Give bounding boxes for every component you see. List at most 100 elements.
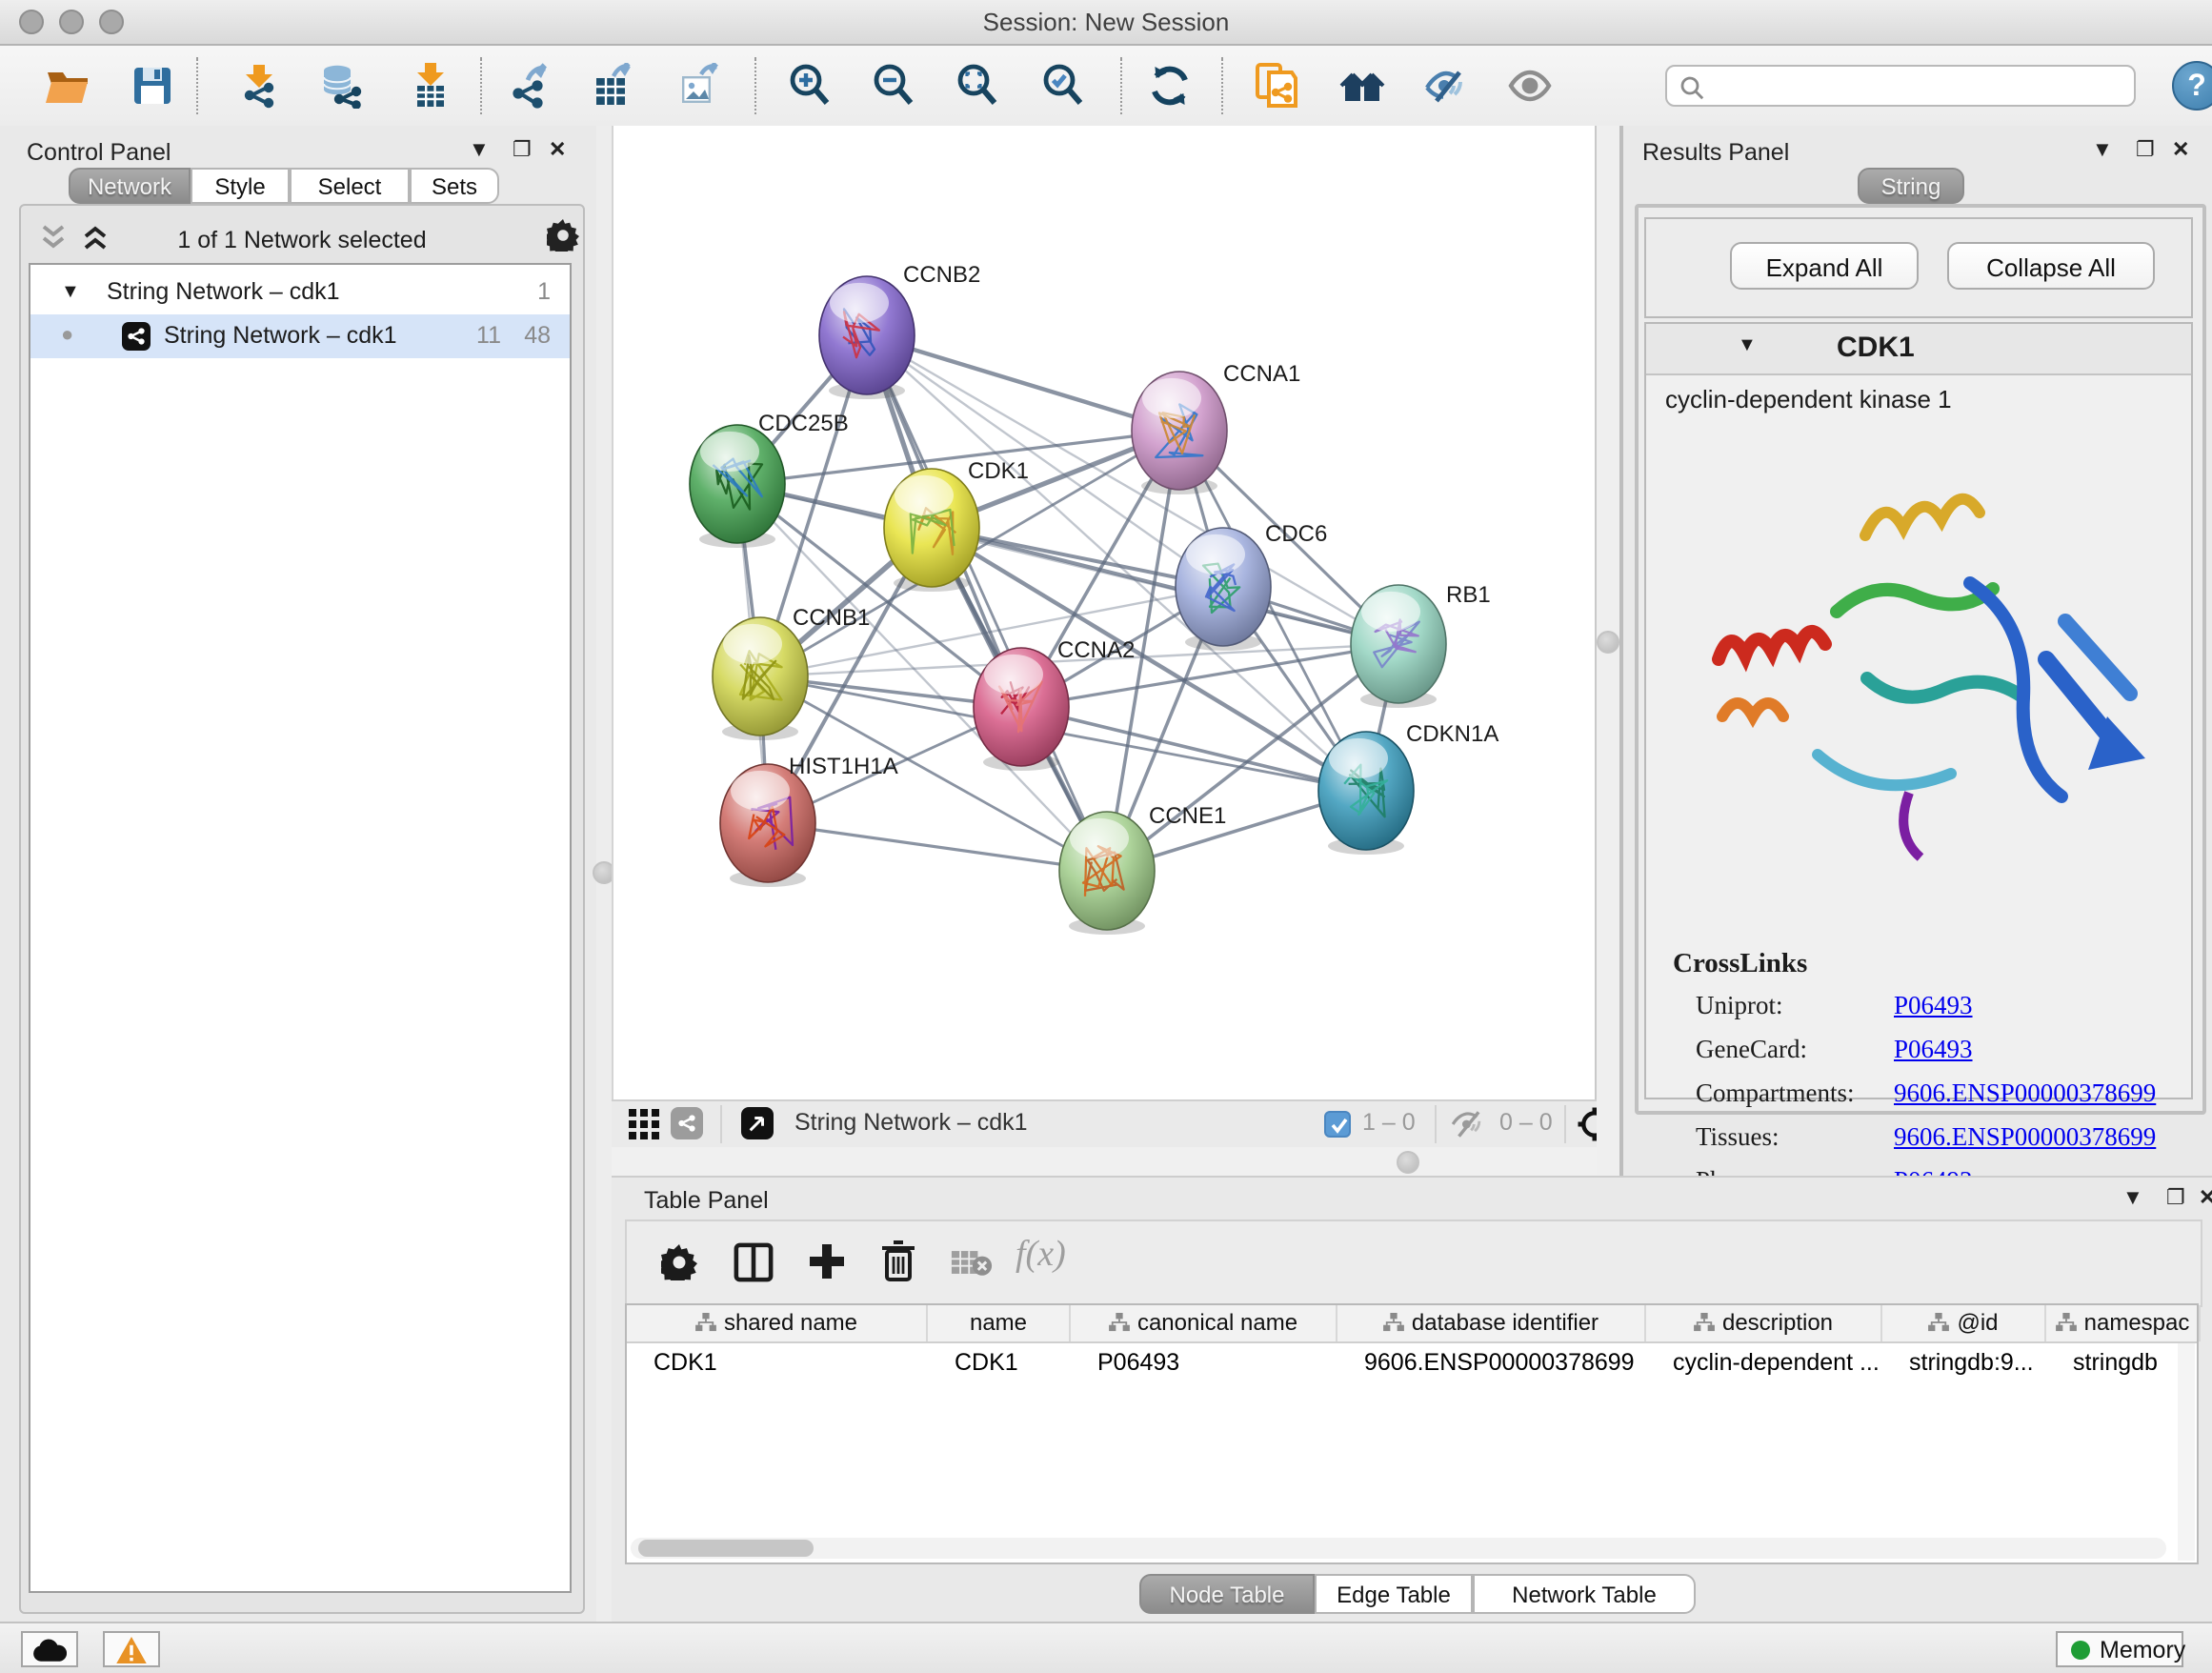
control-panel-collapse-icon[interactable]: ▼ [469, 139, 490, 162]
table-cell[interactable]: CDK1 [627, 1345, 928, 1380]
network-tree-root-row[interactable]: ▼ String Network – cdk1 1 [30, 271, 570, 314]
disclosure-triangle-icon[interactable]: ▼ [61, 271, 80, 314]
table-cell[interactable]: CDK1 [928, 1345, 1071, 1380]
memory-label: Memory [2100, 1637, 2185, 1663]
tab-style[interactable]: Style [191, 168, 290, 204]
delete-trash-icon[interactable] [880, 1240, 916, 1282]
entry-gene-name: CDK1 [1837, 332, 1915, 364]
node-label-CCNE1: CCNE1 [1149, 803, 1226, 829]
tab-edge-table[interactable]: Edge Table [1315, 1574, 1473, 1614]
graph-node-CCNA1[interactable]: CCNA1 [1132, 361, 1300, 494]
table-vertical-scrollbar[interactable] [2178, 1343, 2195, 1561]
network-view-toolbar: String Network – cdk1 1 – 0 0 – 0 [612, 1099, 1597, 1149]
tab-select[interactable]: Select [290, 168, 410, 204]
crosslink-label: GeneCard: [1696, 1035, 1807, 1063]
show-columns-icon[interactable] [734, 1242, 774, 1282]
table-cell[interactable]: P06493 [1071, 1345, 1337, 1380]
string-entry-cdk1: ▼ CDK1 cyclin-dependent kinase 1 [1644, 322, 2193, 1099]
tab-string[interactable]: String [1858, 168, 1964, 204]
graph-node-RB1[interactable]: RB1 [1351, 582, 1491, 708]
splitter-grip[interactable] [1397, 1151, 1419, 1174]
toolbar-separator [1435, 1105, 1437, 1143]
warning-button[interactable] [103, 1631, 160, 1667]
expand-all-button[interactable]: Expand All [1730, 242, 1919, 290]
control-panel-float-icon[interactable]: ❐ [513, 137, 532, 162]
column-header-@id[interactable]: @id [1882, 1305, 2046, 1341]
results-panel-float-icon[interactable]: ❐ [2136, 137, 2155, 162]
selected-checkbox[interactable] [1324, 1110, 1351, 1137]
table-cell[interactable]: stringdb:9... [1882, 1345, 2046, 1380]
collapse-all-button[interactable]: Collapse All [1947, 242, 2155, 290]
eye-slash-icon[interactable] [1423, 63, 1469, 109]
crosslink-link[interactable]: 9606.ENSP00000378699 [1894, 1122, 2156, 1153]
export-image-icon[interactable] [676, 63, 722, 109]
open-session-icon[interactable] [44, 63, 90, 109]
network-tree-child-row[interactable]: ● String Network – cdk1 11 48 [30, 314, 570, 358]
graph-node-CCNB2[interactable]: CCNB2 [819, 262, 980, 399]
memory-button[interactable]: Memory [2056, 1631, 2183, 1667]
control-panel-close-icon[interactable]: ✕ [549, 137, 566, 162]
crosslink-link[interactable]: P06493 [1894, 1035, 1973, 1065]
graph-node-HIST1H1A[interactable]: HIST1H1A [720, 754, 898, 887]
save-session-icon[interactable] [130, 63, 175, 109]
crosslink-label: Compartments: [1696, 1078, 1855, 1107]
birdseye-grid-icon[interactable] [629, 1109, 659, 1139]
graph-node-CDC6[interactable]: CDC6 [1176, 521, 1327, 651]
results-panel-close-icon[interactable]: ✕ [2172, 137, 2189, 162]
column-header-description[interactable]: description [1646, 1305, 1882, 1341]
export-table-icon[interactable] [591, 63, 636, 109]
scrollbar-thumb[interactable] [638, 1540, 814, 1557]
documents-network-icon[interactable] [1254, 63, 1299, 109]
share-network-icon[interactable] [671, 1107, 703, 1139]
eye-icon[interactable] [1507, 63, 1553, 109]
column-header-name[interactable]: name [928, 1305, 1071, 1341]
table-panel-collapse-icon[interactable]: ▼ [2122, 1187, 2143, 1210]
export-network-icon[interactable] [507, 63, 553, 109]
zoom-fit-content-icon[interactable] [955, 63, 1000, 109]
add-column-plus-icon[interactable] [808, 1242, 846, 1280]
graph-node-CCNE1[interactable]: CCNE1 [1059, 803, 1226, 935]
string-houses-icon[interactable] [1339, 63, 1385, 109]
import-network-from-database-icon[interactable] [318, 63, 364, 109]
table-panel-close-icon[interactable]: ✕ [2199, 1185, 2212, 1210]
tab-sets[interactable]: Sets [410, 168, 499, 204]
refresh-view-icon[interactable] [1147, 63, 1193, 109]
open-in-window-icon[interactable] [741, 1107, 774, 1139]
table-cell[interactable]: 9606.ENSP00000378699 [1337, 1345, 1646, 1380]
table-settings-gear-icon[interactable] [661, 1244, 697, 1280]
help-button[interactable]: ? [2172, 61, 2212, 111]
entry-header[interactable]: ▼ CDK1 [1646, 324, 2191, 375]
splitter-grip[interactable] [1597, 631, 1619, 654]
crosslink-link[interactable]: 9606.ENSP00000378699 [1894, 1078, 2156, 1109]
graph-node-CDKN1A[interactable]: CDKN1A [1318, 721, 1498, 855]
graph-node-CDC25B[interactable]: CDC25B [690, 411, 849, 548]
collection-count: 1 [537, 271, 551, 314]
zoom-out-icon[interactable] [871, 63, 916, 109]
network-canvas[interactable]: CCNB2CCNA1CDC25BCDK1CDC6RB1CCNB1CCNA2CDK… [612, 126, 1597, 1099]
tab-network-table[interactable]: Network Table [1473, 1574, 1696, 1614]
crosslink-link[interactable]: P06493 [1894, 991, 1973, 1021]
column-header-canonical-name[interactable]: canonical name [1071, 1305, 1337, 1341]
string-network-graph[interactable]: CCNB2CCNA1CDC25BCDK1CDC6RB1CCNB1CCNA2CDK… [613, 126, 1595, 1099]
tab-network[interactable]: Network [69, 168, 191, 204]
table-panel-float-icon[interactable]: ❐ [2166, 1185, 2185, 1210]
table-cell[interactable]: cyclin-dependent ... [1646, 1345, 1882, 1380]
results-panel-collapse-icon[interactable]: ▼ [2092, 139, 2113, 162]
toolbar-separator [1120, 57, 1122, 114]
crosslink-label: Uniprot: [1696, 991, 1783, 1019]
entry-disclosure-icon[interactable]: ▼ [1738, 335, 1757, 356]
table-horizontal-scrollbar[interactable] [631, 1538, 2166, 1559]
import-network-from-file-icon[interactable] [236, 63, 282, 109]
column-header-shared-name[interactable]: shared name [627, 1305, 928, 1341]
zoom-in-icon[interactable] [787, 63, 833, 109]
column-header-namespac[interactable]: namespac [2046, 1305, 2201, 1341]
tab-node-table[interactable]: Node Table [1139, 1574, 1315, 1614]
import-table-from-file-icon[interactable] [408, 63, 453, 109]
horizontal-splitter[interactable] [612, 1147, 1597, 1176]
zoom-selected-icon[interactable] [1040, 63, 1086, 109]
gear-icon[interactable] [547, 219, 579, 252]
column-header-database-identifier[interactable]: database identifier [1337, 1305, 1646, 1341]
cloud-button[interactable] [21, 1631, 78, 1667]
node-table[interactable]: shared namenamecanonical namedatabase id… [625, 1303, 2199, 1564]
search-input[interactable] [1665, 65, 2136, 107]
